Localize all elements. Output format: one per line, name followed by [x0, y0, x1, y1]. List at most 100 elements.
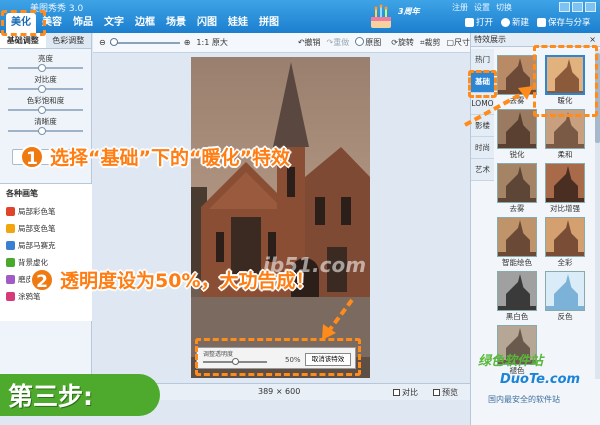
effect-preview [497, 55, 537, 95]
switch-link[interactable]: 切换 [496, 2, 512, 13]
open-button[interactable]: 打开 [465, 16, 493, 28]
top-bar: 美图秀秀 3.0 美化 美容 饰品 文字 边框 场景 闪图 娃娃 拼图 3周年 … [0, 0, 600, 33]
duote-watermark: 绿色软件站 DuoTe.com 国内最安全的软件站 [478, 350, 598, 410]
tab-scene[interactable]: 场景 [161, 13, 191, 33]
main-tabs: 美化 美容 饰品 文字 边框 场景 闪图 娃娃 拼图 [6, 13, 285, 33]
zoom-in-icon[interactable]: ⊕ [184, 38, 191, 47]
tab-text[interactable]: 文字 [99, 13, 129, 33]
preview-button[interactable]: 预览 [433, 387, 458, 398]
blur-icon [6, 258, 15, 267]
minimize-button[interactable] [559, 2, 570, 12]
category-studio[interactable]: 影楼 [471, 115, 494, 137]
effect-label: 去雾 [509, 204, 525, 213]
save-icon [537, 17, 547, 27]
tab-flash[interactable]: 闪图 [192, 13, 222, 33]
zoom-out-icon[interactable]: ⊖ [99, 38, 106, 47]
effect-preview [497, 217, 537, 257]
watermark-slogan: 国内最安全的软件站 [488, 395, 560, 404]
step-one: 1 选择“基础”下的“暖化”特效 [20, 143, 290, 170]
effect-preview [497, 163, 537, 203]
step-three-badge: 第三步: [0, 374, 160, 416]
brush-icon [6, 224, 15, 233]
contrast-slider[interactable]: 对比度 [0, 74, 91, 95]
slider-knob[interactable] [38, 85, 46, 93]
window-controls [559, 2, 596, 12]
sharpness-slider[interactable]: 清晰度 [0, 116, 91, 137]
canvas-toolbar: ⊖ ⊕ 1:1 原大 ↶撤销 ↷重做 原图 ⟳旋转 ⌗裁剪 ▢尺寸 [93, 33, 470, 53]
saturation-slider[interactable]: 色彩饱和度 [0, 95, 91, 116]
rotate-button[interactable]: ⟳旋转 [391, 37, 414, 48]
compare-button[interactable]: 对比 [393, 387, 418, 398]
effect-label: 对比增强 [550, 204, 580, 213]
effect-label: 反色 [557, 312, 573, 321]
tab-frame[interactable]: 边框 [130, 13, 160, 33]
resize-button[interactable]: ▢尺寸 [446, 37, 470, 48]
anniversary-badge: 3周年 [398, 7, 420, 16]
tab-collage[interactable]: 拼图 [254, 13, 284, 33]
original-image-button[interactable]: 原图 [355, 37, 381, 48]
tab-color-adjust[interactable]: 色彩调整 [45, 33, 91, 48]
effect-thumb[interactable]: 智能绘色 [497, 217, 537, 269]
slider-knob[interactable] [38, 127, 46, 135]
effect-thumb[interactable]: 全彩 [545, 217, 585, 269]
highlight-basic-category [468, 70, 497, 98]
effect-label: 黑白色 [505, 312, 529, 321]
plus-icon [501, 17, 511, 27]
mosaic-icon [6, 241, 15, 250]
settings-link[interactable]: 设置 [474, 2, 490, 13]
image-size: 389 × 600 [258, 387, 301, 396]
save-share-button[interactable]: 保存与分享 [537, 16, 591, 28]
effect-thumb[interactable]: 对比增强 [545, 163, 585, 215]
slider-knob[interactable] [38, 106, 46, 114]
pen-local-recolor[interactable]: 局部变色笔 [0, 220, 92, 237]
effect-label: 全彩 [557, 258, 573, 267]
undo-button[interactable]: ↶撤销 [298, 37, 321, 48]
highlight-opacity-panel [195, 338, 361, 376]
pen-local-color[interactable]: 局部彩色笔 [0, 203, 92, 220]
pen-mosaic[interactable]: 局部马赛克 [0, 237, 92, 254]
maximize-button[interactable] [572, 2, 583, 12]
register-link[interactable]: 注册 [452, 2, 468, 13]
effect-preview [545, 163, 585, 203]
smooth-icon [6, 275, 15, 284]
meitu-app: 美图秀秀 3.0 美化 美容 饰品 文字 边框 场景 闪图 娃娃 拼图 3周年 … [0, 0, 600, 425]
zoom-knob[interactable] [109, 37, 118, 46]
canvas-area: jb51.com [93, 53, 470, 383]
effect-thumb[interactable]: 锐化 [497, 109, 537, 161]
zoom-slider[interactable] [109, 37, 180, 46]
effect-preview [497, 109, 537, 149]
crop-button[interactable]: ⌗裁剪 [420, 37, 441, 48]
slider-knob[interactable] [38, 64, 46, 72]
eye-icon [355, 37, 365, 46]
pens-section: 各种画笔 局部彩色笔 局部变色笔 局部马赛克 背景虚化 磨皮 涂鸦笔 [0, 183, 92, 321]
effect-label: 锐化 [509, 150, 525, 159]
pens-title: 各种画笔 [6, 189, 38, 198]
close-button[interactable] [585, 2, 596, 12]
redo-button[interactable]: ↷重做 [327, 37, 350, 48]
effect-thumb[interactable]: 黑白色 [497, 271, 537, 323]
effect-thumb[interactable]: 反色 [545, 271, 585, 323]
brightness-slider[interactable]: 亮度 [0, 53, 91, 74]
folder-icon [465, 17, 474, 27]
preview-icon [433, 389, 440, 396]
effect-label: 智能绘色 [502, 258, 532, 267]
step-one-text: 选择“基础”下的“暖化”特效 [50, 147, 290, 169]
effect-categories: 热门 基础 LOMO 影楼 时尚 艺术 [471, 49, 494, 181]
watermark-brand: 绿色软件站 [478, 354, 544, 369]
highlight-warm-effect [533, 45, 598, 117]
new-button[interactable]: 新建 [501, 16, 529, 28]
step-two: 2 透明度设为50%，大功告成！ [30, 266, 314, 293]
category-fashion[interactable]: 时尚 [471, 137, 494, 159]
top-links: 注册 设置 切换 [452, 2, 512, 13]
category-hot[interactable]: 热门 [471, 49, 494, 71]
tab-accessories[interactable]: 饰品 [68, 13, 98, 33]
actual-size-button[interactable]: 1:1 原大 [196, 37, 227, 48]
category-art[interactable]: 艺术 [471, 159, 494, 181]
step-two-number: 2 [30, 267, 54, 292]
effect-thumb[interactable]: 去雾 [497, 55, 537, 107]
effect-preview [545, 271, 585, 311]
effect-thumb[interactable]: 去雾 [497, 163, 537, 215]
effect-preview [497, 271, 537, 311]
tab-doll[interactable]: 娃娃 [223, 13, 253, 33]
watermark-domain: DuoTe.com [500, 372, 581, 387]
